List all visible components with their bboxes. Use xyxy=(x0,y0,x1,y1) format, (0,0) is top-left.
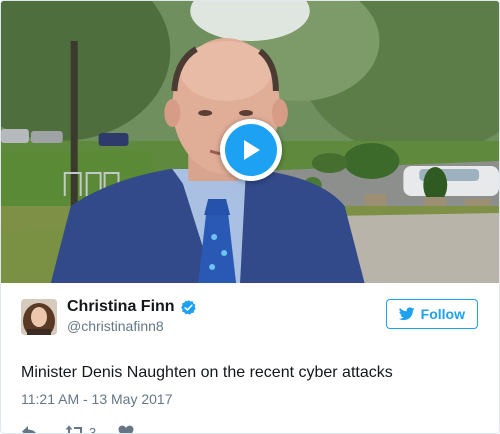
twitter-bird-icon xyxy=(398,307,415,321)
tweet-timestamp[interactable]: 11:21 AM - 13 May 2017 xyxy=(21,390,479,408)
tweet-actions: 3 xyxy=(21,422,479,434)
reply-button[interactable] xyxy=(21,425,39,433)
display-name[interactable]: Christina Finn xyxy=(67,297,175,317)
retweet-icon xyxy=(65,425,82,433)
heart-icon xyxy=(118,425,134,433)
tweet-body: Christina Finn @christinafinn8 Follow Mi… xyxy=(1,283,499,434)
retweet-count: 3 xyxy=(89,424,97,434)
avatar[interactable] xyxy=(21,299,57,335)
author-names: Christina Finn @christinafinn8 xyxy=(67,297,197,335)
play-button[interactable] xyxy=(220,119,282,181)
tweet-text: Minister Denis Naughten on the recent cy… xyxy=(21,364,393,381)
follow-label: Follow xyxy=(420,306,465,322)
author-handle[interactable]: @christinafinn8 xyxy=(67,317,197,335)
video-player[interactable] xyxy=(1,1,499,283)
display-name-line: Christina Finn xyxy=(67,297,197,317)
verified-badge-icon xyxy=(180,299,196,315)
retweet-button[interactable]: 3 xyxy=(65,424,97,434)
follow-button[interactable]: Follow xyxy=(385,299,478,329)
embedded-tweet-card: Christina Finn @christinafinn8 Follow Mi… xyxy=(0,0,500,434)
like-button[interactable] xyxy=(118,425,134,433)
reply-icon xyxy=(22,426,36,433)
play-icon xyxy=(225,124,277,176)
